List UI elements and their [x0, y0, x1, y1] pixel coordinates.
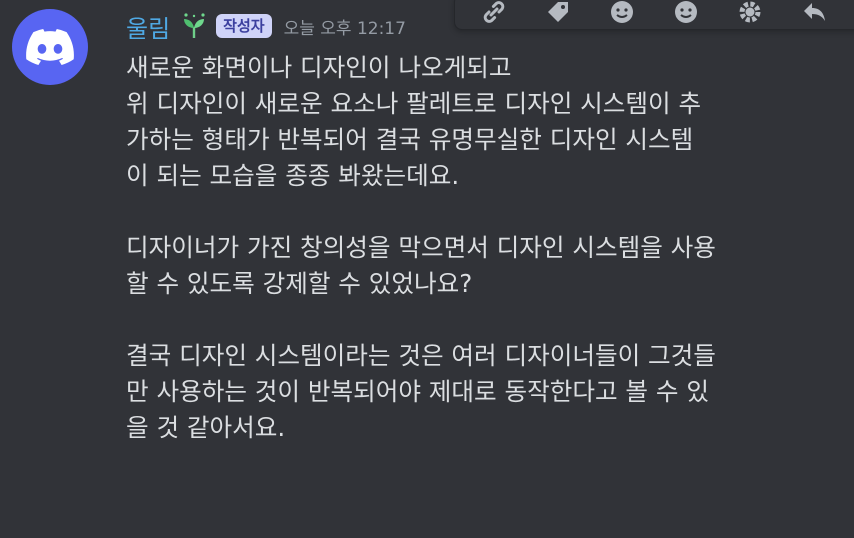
message-line: 결국 디자인 시스템이라는 것은 여러 디자이너들이 그것들 — [126, 341, 716, 370]
avatar[interactable] — [12, 9, 88, 85]
message-line: 위 디자인이 새로운 요소나 팔레트로 디자인 시스템이 추 — [126, 89, 702, 118]
message-content: 새로운 화면이나 디자인이 나오게되고 위 디자인이 새로운 요소나 팔레트로 … — [126, 50, 841, 446]
message-line: 이 되는 모습을 종종 봐왔는데요. — [126, 161, 460, 190]
discord-logo-icon — [26, 29, 74, 65]
tag-icon[interactable] — [529, 0, 587, 29]
message-line: 만 사용하는 것이 반복되어야 제대로 동작한다고 볼 수 있 — [126, 377, 709, 406]
sprout-icon[interactable] — [178, 11, 210, 41]
emoji-icon[interactable] — [657, 0, 715, 29]
message-line: 디자이너가 가진 창의성을 막으면서 디자인 시스템을 사용 — [126, 233, 716, 262]
username[interactable]: 울림 — [126, 9, 170, 44]
message-toolbar — [454, 0, 854, 30]
paragraph-break — [126, 302, 841, 338]
emoji-icon[interactable] — [593, 0, 651, 29]
link-icon[interactable] — [465, 0, 523, 29]
timestamp[interactable]: 오늘 오후 12:17 — [284, 14, 406, 39]
author-tag: 작성자 — [216, 14, 272, 38]
chat-message: 울림 작성자 오늘 오후 12:17 새로운 화면이나 디자인이 나오게되고 위… — [0, 0, 854, 538]
gear-icon[interactable] — [721, 0, 779, 29]
message-line: 할 수 있도록 강제할 수 있었나요? — [126, 269, 473, 298]
message-line: 가하는 형태가 반복되어 결국 유명무실한 디자인 시스템 — [126, 125, 694, 154]
message-line: 새로운 화면이나 디자인이 나오게되고 — [126, 53, 512, 82]
message-header: 울림 작성자 오늘 오후 12:17 — [126, 8, 406, 44]
message-line: 을 것 같아서요. — [126, 413, 286, 442]
reply-icon[interactable] — [785, 0, 843, 29]
paragraph-break — [126, 194, 841, 230]
